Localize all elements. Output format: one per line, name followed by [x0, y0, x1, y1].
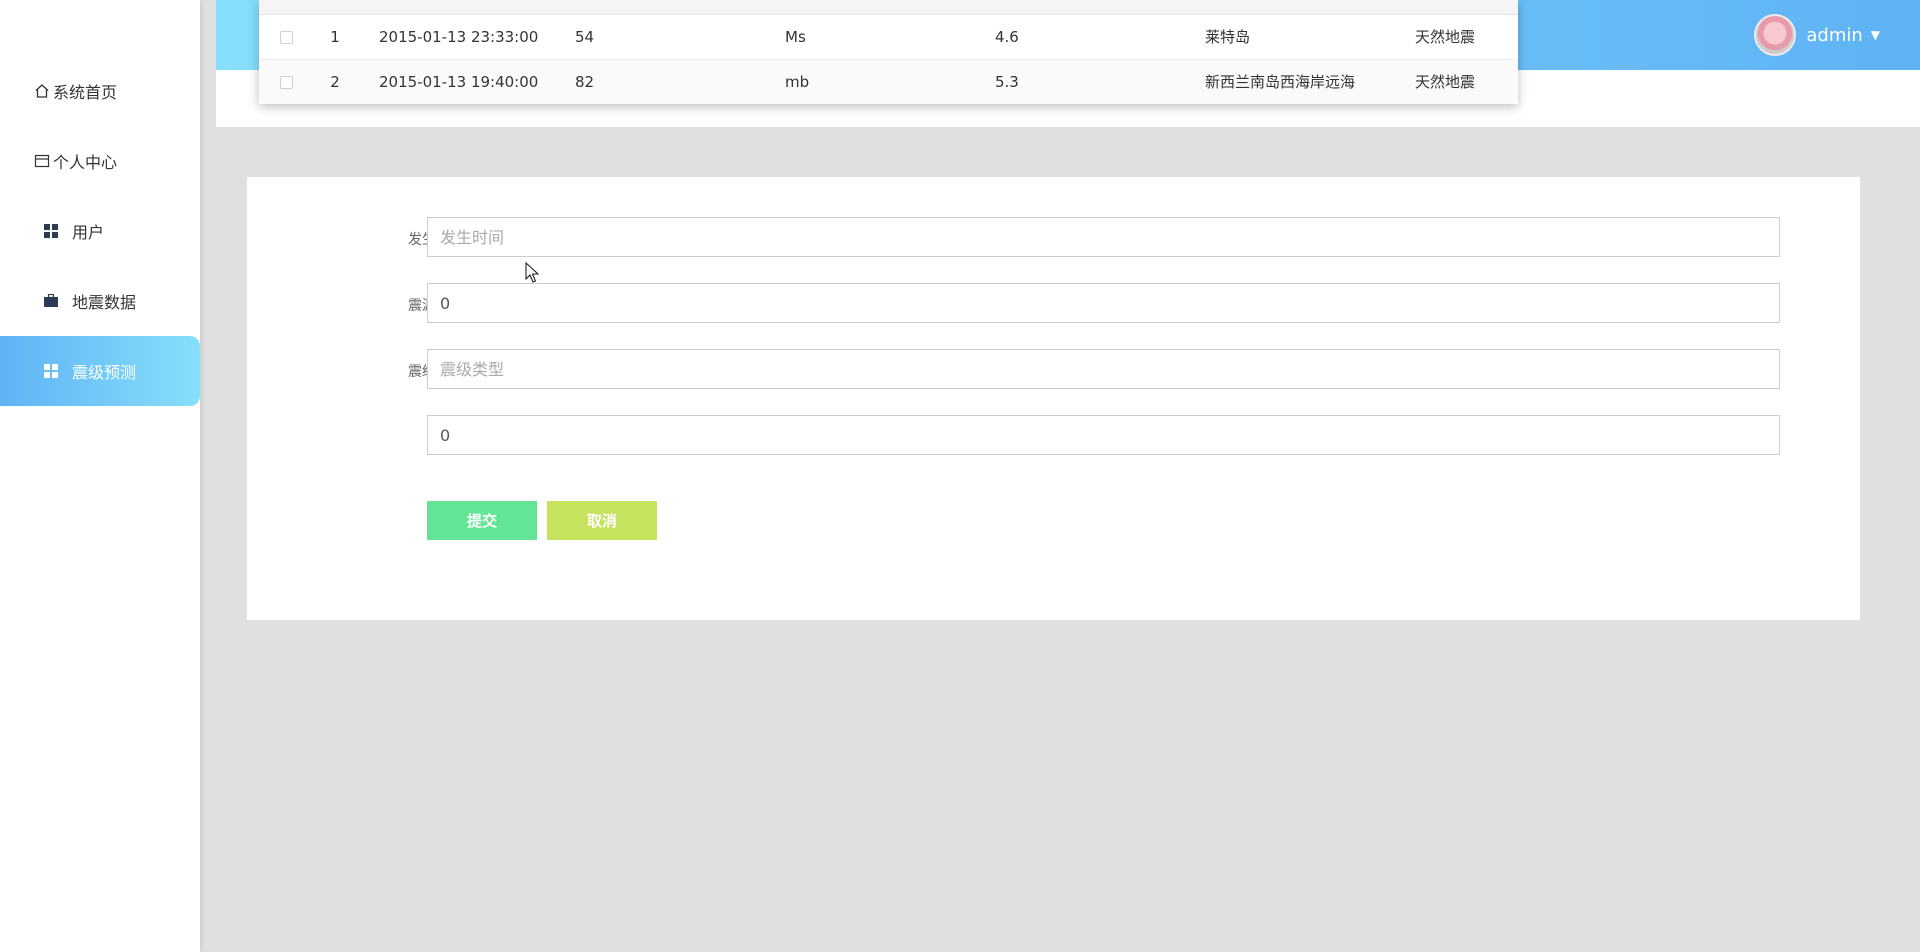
form-row-magnitude-type: 震级类型	[247, 349, 1860, 389]
caret-down-icon[interactable]: ▼	[1871, 28, 1880, 42]
sidebar-item-magnitude-prediction[interactable]: 震级预测	[0, 336, 200, 406]
sidebar-item-label: 用户	[72, 223, 105, 242]
mouse-cursor-icon	[525, 261, 540, 288]
row-time: 2015-01-13 23:33:00	[379, 27, 539, 46]
magnitude-input[interactable]	[427, 415, 1780, 455]
sidebar-menu: 系统首页 个人中心 用户 地震数据 震级预测	[0, 56, 200, 406]
form-row-depth: 震源深度	[247, 283, 1860, 323]
row-checkbox[interactable]	[280, 30, 293, 44]
sidebar-item-label: 地震数据	[72, 293, 137, 312]
sidebar-item-users[interactable]: 用户	[0, 196, 200, 266]
sidebar-item-profile[interactable]: 个人中心	[0, 126, 200, 196]
row-event-type: 天然地震	[1415, 73, 1476, 91]
sidebar-item-label: 震级预测	[72, 363, 137, 382]
submit-button[interactable]: 提交	[427, 501, 537, 540]
avatar[interactable]	[1754, 14, 1797, 56]
row-event-type: 天然地震	[1415, 28, 1476, 46]
row-magnitude: 5.3	[995, 72, 1019, 91]
row-magnitude-type: mb	[785, 72, 810, 91]
briefcase-icon	[42, 292, 60, 310]
prediction-form: 发生时间 震源深度 震级类型 震级 提交 取消	[247, 177, 1860, 620]
card-icon	[33, 152, 51, 170]
form-row-occurrence-time: 发生时间	[247, 217, 1860, 257]
earthquake-select-popup: 1 2015-01-13 23:33:00 54 Ms 4.6 莱特岛 天然地震…	[259, 0, 1518, 104]
row-depth: 82	[575, 72, 595, 91]
grid-icon	[42, 222, 60, 240]
user-menu[interactable]: admin ▼	[1754, 14, 1880, 56]
row-index: 2	[330, 72, 340, 91]
sidebar-item-earthquake-data[interactable]: 地震数据	[0, 266, 200, 336]
row-checkbox[interactable]	[280, 75, 293, 89]
magnitude-type-input[interactable]	[427, 349, 1780, 389]
form-row-magnitude: 震级	[247, 415, 1860, 455]
table-row[interactable]: 1 2015-01-13 23:33:00 54 Ms 4.6 莱特岛 天然地震	[259, 14, 1518, 59]
row-time: 2015-01-13 19:40:00	[379, 72, 539, 91]
row-depth: 54	[575, 27, 595, 46]
row-magnitude-type: Ms	[785, 27, 806, 46]
home-icon	[33, 82, 51, 100]
earthquake-table: 1 2015-01-13 23:33:00 54 Ms 4.6 莱特岛 天然地震…	[259, 0, 1518, 104]
table-header-row	[259, 0, 1518, 14]
row-magnitude: 4.6	[995, 27, 1019, 46]
sidebar-item-label: 个人中心	[53, 153, 118, 172]
table-row[interactable]: 2 2015-01-13 19:40:00 82 mb 5.3 新西兰南岛西海岸…	[259, 59, 1518, 104]
cancel-button[interactable]: 取消	[547, 501, 657, 540]
sidebar-item-home[interactable]: 系统首页	[0, 56, 200, 126]
row-checkbox-cell[interactable]	[259, 59, 305, 104]
occurrence-time-input[interactable]	[427, 217, 1780, 257]
depth-input[interactable]	[427, 283, 1780, 323]
row-location: 莱特岛	[1205, 28, 1251, 46]
sidebar-item-label: 系统首页	[53, 83, 118, 102]
row-checkbox-cell[interactable]	[259, 14, 305, 59]
row-location: 新西兰南岛西海岸远海	[1205, 73, 1356, 91]
sidebar: 系统首页 个人中心 用户 地震数据 震级预测	[0, 0, 200, 952]
username[interactable]: admin	[1806, 25, 1862, 46]
row-index: 1	[330, 27, 340, 46]
grid-icon	[42, 362, 60, 380]
